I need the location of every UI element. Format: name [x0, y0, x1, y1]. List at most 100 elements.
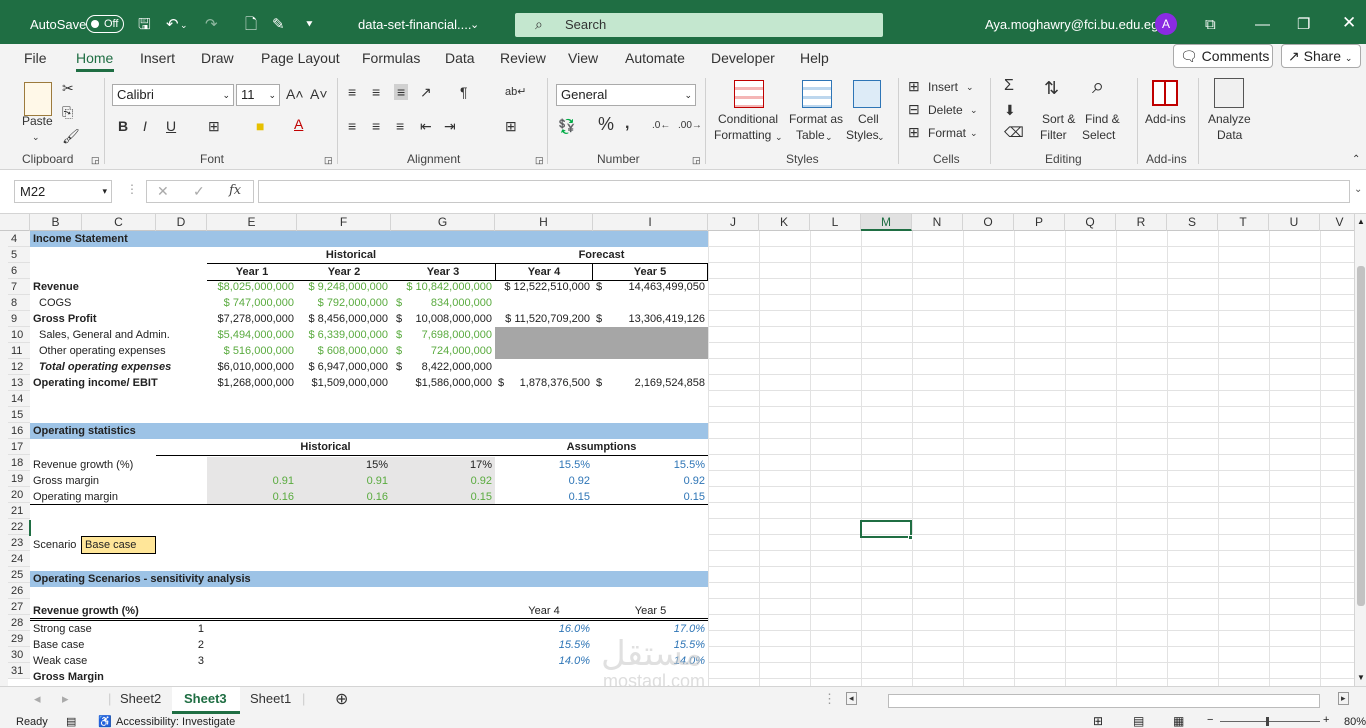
ebit-label[interactable]: Operating income/ EBIT: [30, 375, 206, 391]
user-email[interactable]: Aya.moghawry@fci.bu.edu.eg: [985, 0, 1158, 44]
sga-label[interactable]: Sales, General and Admin.: [36, 327, 206, 343]
orientation-icon[interactable]: ↗: [420, 84, 432, 100]
cut-icon[interactable]: ✂: [62, 80, 74, 96]
close-icon[interactable]: ✕: [1342, 14, 1356, 32]
chevron-down-icon[interactable]: ⌄: [966, 80, 974, 95]
row-header[interactable]: 15: [8, 407, 30, 423]
delete-cells-icon[interactable]: ⊟: [908, 101, 920, 117]
row-header[interactable]: 20: [8, 487, 30, 503]
scroll-down-icon[interactable]: ▼: [1357, 673, 1365, 682]
gross-margin-value[interactable]: 0.91: [297, 473, 391, 489]
row-header[interactable]: 18: [8, 455, 30, 471]
cell-styles-label1[interactable]: Cell: [858, 112, 879, 127]
bold-icon[interactable]: B: [118, 118, 128, 134]
operating-margin-value[interactable]: 0.16: [207, 489, 297, 505]
number-launcher-icon[interactable]: ◲: [692, 152, 701, 168]
align-middle-icon[interactable]: ≡: [372, 84, 380, 100]
customize-qat-icon[interactable]: ⯆: [305, 16, 314, 34]
clear-icon[interactable]: ⌫: [1004, 124, 1024, 140]
scenario-label[interactable]: Scenario: [30, 537, 82, 553]
column-header[interactable]: C: [82, 214, 156, 231]
delete-cells-button[interactable]: Delete: [928, 103, 963, 118]
add-sheet-icon[interactable]: ⊕: [335, 689, 348, 709]
page-break-view-icon[interactable]: ▦: [1173, 714, 1184, 728]
revenue-growth-value[interactable]: 15%: [297, 457, 391, 473]
undo-dropdown-icon[interactable]: ⌄: [180, 16, 188, 34]
active-sheet-tab[interactable]: Sheet3: [172, 687, 240, 714]
next-sheet-icon[interactable]: ▸: [62, 691, 69, 707]
conditional-formatting-icon[interactable]: [734, 80, 764, 108]
percent-icon[interactable]: %: [598, 115, 614, 133]
column-header[interactable]: N: [912, 214, 963, 231]
hscroll-right-icon[interactable]: ▸: [1338, 692, 1349, 705]
row-header[interactable]: 16: [8, 423, 30, 439]
row-header[interactable]: 5: [8, 247, 30, 263]
column-header[interactable]: K: [759, 214, 810, 231]
row-header[interactable]: 10: [8, 327, 30, 343]
strong-case-y4[interactable]: 16.0%: [495, 621, 593, 637]
minimize-icon[interactable]: —: [1255, 16, 1270, 34]
gross-margin-label[interactable]: Gross margin: [30, 473, 156, 489]
tab-formulas[interactable]: Formulas: [362, 50, 420, 66]
column-header[interactable]: M: [861, 214, 912, 231]
find-select-label2[interactable]: Select: [1082, 128, 1115, 143]
zoom-level[interactable]: 80%: [1344, 716, 1366, 728]
row-header[interactable]: 23: [8, 535, 30, 551]
revenue-growth-value[interactable]: 15.5%: [495, 457, 593, 473]
merge-center-icon[interactable]: ⊞: [505, 118, 517, 134]
gross-margin-value[interactable]: 0.92: [391, 473, 495, 489]
scroll-up-icon[interactable]: ▲: [1357, 217, 1365, 226]
insert-cells-icon[interactable]: ⊞: [908, 78, 920, 94]
tab-file[interactable]: File: [24, 50, 47, 66]
row-header[interactable]: 14: [8, 391, 30, 407]
tab-automate[interactable]: Automate: [625, 50, 685, 66]
format-cells-icon[interactable]: ⊞: [908, 124, 920, 140]
autosum-icon[interactable]: Σ: [1004, 78, 1014, 94]
column-header[interactable]: G: [391, 214, 495, 231]
font-launcher-icon[interactable]: ◲: [324, 152, 333, 168]
ebit-value[interactable]: 2,169,524,858: [608, 375, 708, 391]
align-bottom-icon[interactable]: ≡: [394, 84, 409, 100]
row-header[interactable]: 13: [8, 375, 30, 391]
column-header[interactable]: Q: [1065, 214, 1116, 231]
column-header[interactable]: B: [30, 214, 82, 231]
select-all-corner[interactable]: [0, 214, 30, 231]
weak-case-y4[interactable]: 14.0%: [495, 653, 593, 669]
scenario-input[interactable]: Base case: [81, 536, 156, 554]
column-header[interactable]: J: [708, 214, 759, 231]
hscroll-left-icon[interactable]: ◂: [846, 692, 857, 705]
sga-value[interactable]: $5,494,000,000: [207, 327, 297, 343]
column-header[interactable]: T: [1218, 214, 1269, 231]
expand-formula-icon[interactable]: ⌄: [1354, 184, 1362, 195]
row-header[interactable]: 21: [8, 503, 30, 519]
tab-home[interactable]: Home: [76, 50, 113, 66]
format-as-table-icon[interactable]: [802, 80, 832, 108]
year5-header[interactable]: Year 5: [593, 603, 708, 619]
comments-button[interactable]: 🗨 Comments: [1173, 44, 1273, 68]
conditional-formatting-label1[interactable]: Conditional: [718, 112, 778, 127]
share-button[interactable]: ↗ Share ⌄: [1281, 44, 1361, 68]
operating-margin-value[interactable]: 0.15: [495, 489, 593, 505]
enter-icon[interactable]: ✓: [193, 183, 205, 200]
analyze-data-icon[interactable]: [1214, 78, 1244, 108]
ebit-value[interactable]: 1,878,376,500: [508, 375, 593, 391]
total-opex-value[interactable]: $ 6,947,000,000: [297, 359, 391, 375]
paste-button[interactable]: Paste: [22, 114, 53, 129]
cell-styles-icon[interactable]: [853, 80, 881, 108]
align-top-icon[interactable]: ≡: [348, 84, 356, 100]
paste-dropdown-icon[interactable]: ⌄: [32, 130, 40, 145]
column-header[interactable]: V: [1320, 214, 1354, 231]
alignment-launcher-icon[interactable]: ◲: [535, 152, 544, 168]
base-case-label[interactable]: Base case: [30, 637, 156, 653]
operating-statistics-title[interactable]: Operating statistics: [30, 423, 708, 439]
historical-subheader[interactable]: Historical: [156, 439, 495, 456]
column-header[interactable]: D: [156, 214, 207, 231]
row-header[interactable]: 7: [8, 279, 30, 295]
selected-cell[interactable]: [860, 520, 912, 538]
column-header[interactable]: F: [297, 214, 391, 231]
other-opex-label[interactable]: Other operating expenses: [36, 343, 206, 359]
ebit-value[interactable]: $1,509,000,000: [297, 375, 391, 391]
row-header[interactable]: 30: [8, 647, 30, 663]
assumptions-header[interactable]: Assumptions: [495, 439, 708, 456]
revenue-value[interactable]: $8,025,000,000: [207, 279, 297, 295]
